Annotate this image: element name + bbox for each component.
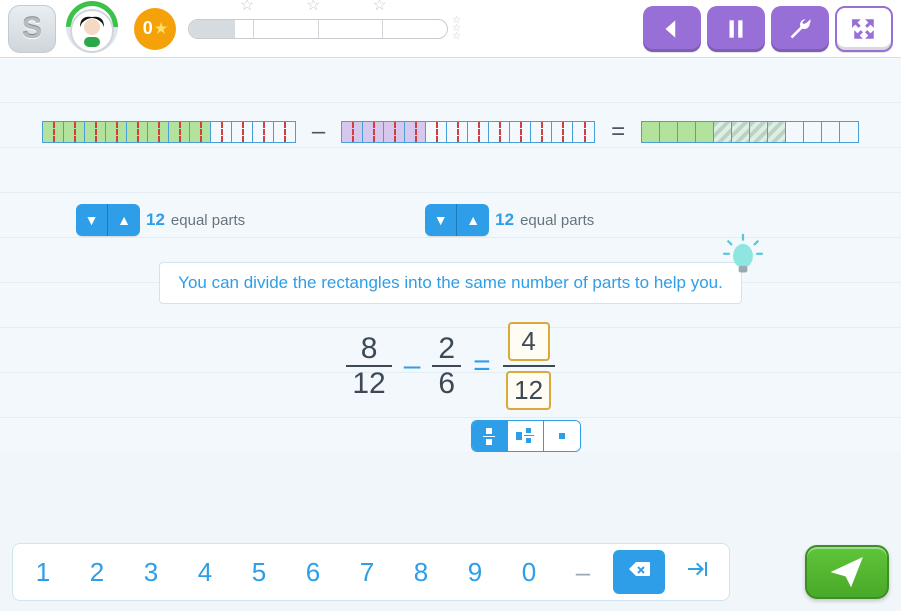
fraction-right: 2 6: [432, 332, 461, 400]
star-stack-icon: ☆☆☆: [452, 17, 461, 41]
denominator: 6: [432, 367, 461, 400]
star-icon: ☆: [188, 0, 254, 15]
key-1[interactable]: 1: [19, 550, 67, 594]
level-progress: ☆ ☆ ☆ ☆☆☆: [188, 17, 461, 41]
key-6[interactable]: 6: [289, 550, 337, 594]
numerator: 2: [432, 332, 461, 365]
fraction-left: 8 12: [346, 332, 391, 400]
key-backspace[interactable]: [613, 550, 665, 594]
score-value: 0: [143, 18, 153, 39]
key-tab[interactable]: [671, 550, 723, 594]
whole-number-icon: [556, 430, 568, 442]
app-logo: S: [8, 5, 56, 53]
answer-format-toggle: [471, 420, 581, 452]
key-0[interactable]: 0: [505, 550, 553, 594]
wrench-icon: [787, 16, 813, 42]
parts-stepper-2: ▼ ▲ 12 equal parts: [425, 204, 594, 236]
equals-sign: =: [473, 349, 491, 383]
tab-icon: [685, 557, 709, 581]
parts-label: equal parts: [171, 212, 245, 229]
tools-button[interactable]: [771, 6, 829, 52]
key-3[interactable]: 3: [127, 550, 175, 594]
hint-text: You can divide the rectangles into the s…: [159, 262, 742, 304]
key-4[interactable]: 4: [181, 550, 229, 594]
increase-button[interactable]: ▲: [457, 204, 489, 236]
key-2[interactable]: 2: [73, 550, 121, 594]
fullscreen-icon: [851, 16, 877, 42]
fullscreen-button[interactable]: [835, 6, 893, 52]
increase-button[interactable]: ▲: [108, 204, 140, 236]
pause-button[interactable]: [707, 6, 765, 52]
answer-numerator-input[interactable]: 4: [508, 322, 550, 361]
decrease-button[interactable]: ▼: [425, 204, 457, 236]
fraction-bar-2[interactable]: [341, 121, 595, 143]
star-icon: ★: [155, 20, 168, 37]
parts-label: equal parts: [520, 212, 594, 229]
answer-fraction: 4 12: [503, 322, 555, 410]
answer-denominator-input[interactable]: 12: [506, 371, 551, 410]
pause-icon: [723, 16, 749, 42]
key-8[interactable]: 8: [397, 550, 445, 594]
key-5[interactable]: 5: [235, 550, 283, 594]
score-badge: 0 ★: [134, 8, 176, 50]
mode-mixed-button[interactable]: [508, 421, 544, 451]
number-keypad: 1234567890–: [12, 543, 730, 601]
fraction-equation: 8 12 – 2 6 = 4 12: [16, 322, 885, 410]
minus-sign: –: [308, 118, 329, 146]
back-button[interactable]: [643, 6, 701, 52]
visual-fraction-bars: – =: [16, 118, 885, 146]
denominator: 12: [346, 367, 391, 400]
parts-value: 12: [495, 210, 514, 230]
decrease-button[interactable]: ▼: [76, 204, 108, 236]
key-minus[interactable]: –: [559, 550, 607, 594]
minus-sign: –: [404, 349, 421, 383]
mixed-number-icon: [515, 427, 535, 445]
star-icon: ☆: [254, 0, 320, 15]
key-9[interactable]: 9: [451, 550, 499, 594]
parts-value: 12: [146, 210, 165, 230]
avatar-progress: [62, 3, 134, 55]
mode-fraction-button[interactable]: [472, 421, 508, 451]
mode-whole-button[interactable]: [544, 421, 580, 451]
numerator: 8: [355, 332, 384, 365]
paper-plane-icon: [829, 554, 865, 590]
fraction-bar-result: [641, 121, 859, 143]
submit-button[interactable]: [805, 545, 889, 599]
key-7[interactable]: 7: [343, 550, 391, 594]
equals-sign: =: [607, 118, 629, 146]
star-icon: ☆: [321, 0, 387, 15]
fraction-bar-1[interactable]: [42, 121, 296, 143]
back-icon: [659, 16, 685, 42]
parts-stepper-1: ▼ ▲ 12 equal parts: [76, 204, 245, 236]
backspace-icon: [627, 557, 651, 581]
fraction-icon: [483, 427, 495, 445]
avatar: [70, 9, 114, 53]
lightbulb-icon[interactable]: [721, 234, 765, 278]
top-bar: S 0 ★ ☆ ☆ ☆ ☆☆☆: [0, 0, 901, 58]
